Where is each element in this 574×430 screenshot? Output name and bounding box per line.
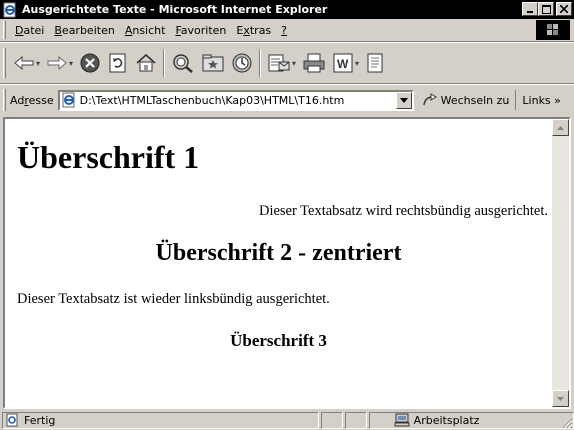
menu-ansicht[interactable]: Ansicht xyxy=(120,24,171,37)
search-button[interactable] xyxy=(168,48,198,78)
minimize-button[interactable] xyxy=(522,2,538,16)
heading-3-centered: Überschrift 3 xyxy=(230,331,327,350)
status-panel-security xyxy=(344,411,367,429)
edit-icon: W xyxy=(333,53,353,73)
window-title: Ausgerichtete Texte - Microsoft Internet… xyxy=(22,3,328,16)
paragraph-right-aligned: Dieser Textabsatz wird rechtsbündig ausg… xyxy=(258,203,548,219)
zone-text: Arbeitsplatz xyxy=(413,413,480,427)
discuss-button[interactable] xyxy=(362,48,388,78)
close-icon xyxy=(560,5,568,13)
links-label: Links » xyxy=(522,93,561,107)
toolbar-grip xyxy=(3,48,6,78)
search-icon xyxy=(173,54,193,73)
menu-help[interactable]: ? xyxy=(276,24,292,37)
toolbar-separator xyxy=(163,49,166,77)
svg-text:W: W xyxy=(337,57,349,71)
scroll-down-icon xyxy=(557,396,564,401)
address-bar: Adresse D:\Text\HTMLTaschenbuch\Kap03\HT… xyxy=(0,85,574,115)
page-content: Überschrift 1 Dieser Textabsatz wird rec… xyxy=(5,119,552,407)
print-button[interactable] xyxy=(299,48,329,78)
menu-bearbeiten[interactable]: Bearbeiten xyxy=(49,24,119,37)
mail-icon xyxy=(268,54,290,72)
back-dropdown-icon[interactable]: ▾ xyxy=(36,59,40,68)
back-icon xyxy=(14,55,34,71)
chevron-down-icon xyxy=(399,97,408,103)
menu-extras[interactable]: Extras xyxy=(231,24,276,37)
ie-page-icon xyxy=(2,2,18,18)
home-icon xyxy=(136,53,156,72)
home-button[interactable] xyxy=(132,48,160,78)
forward-dropdown-icon[interactable]: ▾ xyxy=(69,59,73,68)
status-bar: Fertig Arbeitsplatz xyxy=(0,410,574,430)
page-viewport: Überschrift 1 Dieser Textabsatz wird rec… xyxy=(3,117,571,409)
go-button[interactable]: Wechseln zu xyxy=(422,93,510,107)
menu-favoriten[interactable]: Favoriten xyxy=(170,24,231,37)
menu-bar: Datei Bearbeiten Ansicht Favoriten Extra… xyxy=(0,19,574,41)
minimize-icon xyxy=(527,11,533,13)
edit-dropdown-icon[interactable]: ▾ xyxy=(355,59,359,68)
scroll-down-button[interactable] xyxy=(552,390,569,407)
vertical-scrollbar[interactable] xyxy=(552,119,569,407)
forward-icon xyxy=(47,55,67,71)
status-text: Fertig xyxy=(24,413,56,427)
go-arrow-icon xyxy=(422,93,437,106)
page-done-icon xyxy=(6,413,18,427)
scroll-up-icon xyxy=(557,125,564,130)
close-button[interactable] xyxy=(556,2,572,16)
windows-logo-icon xyxy=(547,24,558,35)
toolbar-separator xyxy=(259,49,262,77)
maximize-button[interactable] xyxy=(538,2,554,16)
menu-grip xyxy=(3,21,6,39)
refresh-icon xyxy=(109,53,126,73)
standard-toolbar: ▾ ▾ ▾ W ▾ xyxy=(0,43,574,83)
favorites-icon xyxy=(202,54,224,72)
heading-1: Überschrift 1 xyxy=(17,139,200,175)
browser-window: Ausgerichtete Texte - Microsoft Internet… xyxy=(0,0,574,430)
print-icon xyxy=(303,53,325,73)
maximize-icon xyxy=(541,4,551,14)
scroll-up-button[interactable] xyxy=(552,119,569,136)
windows-logo-throbber xyxy=(536,20,570,40)
page-icon xyxy=(61,92,77,108)
edit-button[interactable]: W ▾ xyxy=(329,48,362,78)
forward-button[interactable]: ▾ xyxy=(43,48,76,78)
mail-button[interactable]: ▾ xyxy=(264,48,299,78)
history-button[interactable] xyxy=(228,48,256,78)
address-value: D:\Text\HTMLTaschenbuch\Kap03\HTML\T16.h… xyxy=(79,93,345,107)
status-panel-main: Fertig xyxy=(2,411,319,429)
address-label: Adresse xyxy=(10,93,54,107)
mail-dropdown-icon[interactable]: ▾ xyxy=(292,59,296,68)
resize-grip-icon[interactable] xyxy=(561,417,573,429)
stop-button[interactable] xyxy=(76,48,104,78)
title-bar[interactable]: Ausgerichtete Texte - Microsoft Internet… xyxy=(0,0,574,19)
back-button[interactable]: ▾ xyxy=(10,48,43,78)
address-dropdown-button[interactable] xyxy=(395,91,412,109)
address-grip xyxy=(3,89,6,111)
status-panel-progress xyxy=(320,411,343,429)
go-label: Wechseln zu xyxy=(440,93,510,107)
refresh-button[interactable] xyxy=(104,48,132,78)
menu-datei[interactable]: Datei xyxy=(10,24,49,37)
discuss-icon xyxy=(367,53,383,73)
heading-2-centered: Überschrift 2 - zentriert xyxy=(155,240,402,266)
links-button[interactable]: Links » xyxy=(515,90,561,110)
paragraph-left-aligned: Dieser Textabsatz ist wieder linksbündig… xyxy=(17,291,330,307)
history-icon xyxy=(232,53,252,73)
address-input[interactable]: D:\Text\HTMLTaschenbuch\Kap03\HTML\T16.h… xyxy=(57,89,414,111)
stop-icon xyxy=(80,53,100,73)
computer-icon xyxy=(394,413,410,427)
status-panel-zone: Arbeitsplatz xyxy=(368,411,574,429)
favorites-button[interactable] xyxy=(198,48,228,78)
